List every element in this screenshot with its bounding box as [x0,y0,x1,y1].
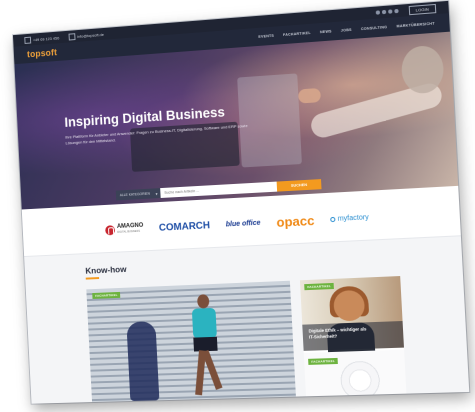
nav-item-events[interactable]: EVENTS [258,34,274,39]
linkedin-icon[interactable] [387,9,392,14]
nav-item-fachartikel[interactable]: FACHARTIKEL [283,31,311,37]
category-select-label: ALLE KATEGORIEN [119,191,151,198]
runner-shorts [193,336,218,352]
runner-leg [201,349,223,390]
social-links [375,8,399,15]
nav-item-news[interactable]: NEWS [320,29,332,34]
article-category-tag: FACHARTIKEL [92,291,121,299]
runner-torso [191,307,217,339]
opacc-logo[interactable]: opacc [276,212,315,229]
runner-shadow-graphic [126,321,160,402]
amagno-logo[interactable]: AMAGNO DIGITAL BUSINESS [105,223,144,236]
comarch-logo[interactable]: COMARCH [159,220,211,233]
myfactory-name: myfactory [337,213,369,223]
runner-head [196,294,210,309]
screenshot-stage: +49 69 123 456 info@topsoft.de LOGIN top… [0,0,475,412]
phone-text: +49 69 123 456 [32,34,60,42]
email-contact[interactable]: info@topsoft.de [68,30,105,41]
xing-icon[interactable] [393,8,399,14]
twitter-icon[interactable] [381,9,386,15]
section-title-underline [85,277,100,280]
article-heading[interactable]: Digitale Ethik – wichtiger als IT-Sicher… [309,326,371,339]
article-card-side[interactable]: FACHARTIKEL Digitale Ethik – wichtiger a… [299,276,407,402]
hero-hand [298,87,322,104]
article-card-featured[interactable]: FACHARTIKEL [86,280,297,404]
amagno-wordmark: AMAGNO DIGITAL BUSINESS [117,223,144,235]
amagno-tagline: DIGITAL BUSINESS [117,229,141,234]
hero-machine-block [237,73,302,168]
myfactory-logo[interactable]: myfactory [330,214,369,223]
phone-contact[interactable]: +49 69 123 456 [24,34,59,44]
article-card-diagram[interactable]: FACHARTIKEL [303,349,407,402]
amagno-mark-icon [105,225,116,236]
nav-item-consulting[interactable]: CONSULTING [361,25,387,31]
article-category-tag: FACHARTIKEL [304,282,335,291]
nav-item-marktuebersicht[interactable]: MARKTÜBERSICHT [396,21,434,28]
blueoffice-logo[interactable]: blue office [226,219,261,228]
chevron-down-icon: ▾ [155,190,158,196]
mail-icon [68,32,76,41]
website-page: +49 69 123 456 info@topsoft.de LOGIN top… [12,0,470,404]
knowhow-section: Know-how FACHARTIKEL FACHARTIKEL Digital… [24,236,470,404]
email-text: info@topsoft.de [77,31,105,39]
myfactory-mark-icon [330,216,336,222]
phone-icon [24,36,32,44]
article-category-tag: FACHARTIKEL [308,357,339,365]
site-logo[interactable]: topsoft [27,47,57,59]
nav-item-jobs[interactable]: JOBS [341,28,352,33]
login-button[interactable]: LOGIN [408,3,437,15]
facebook-icon[interactable] [375,10,380,15]
section-title: Know-how [85,264,127,276]
runner-image [183,294,228,404]
